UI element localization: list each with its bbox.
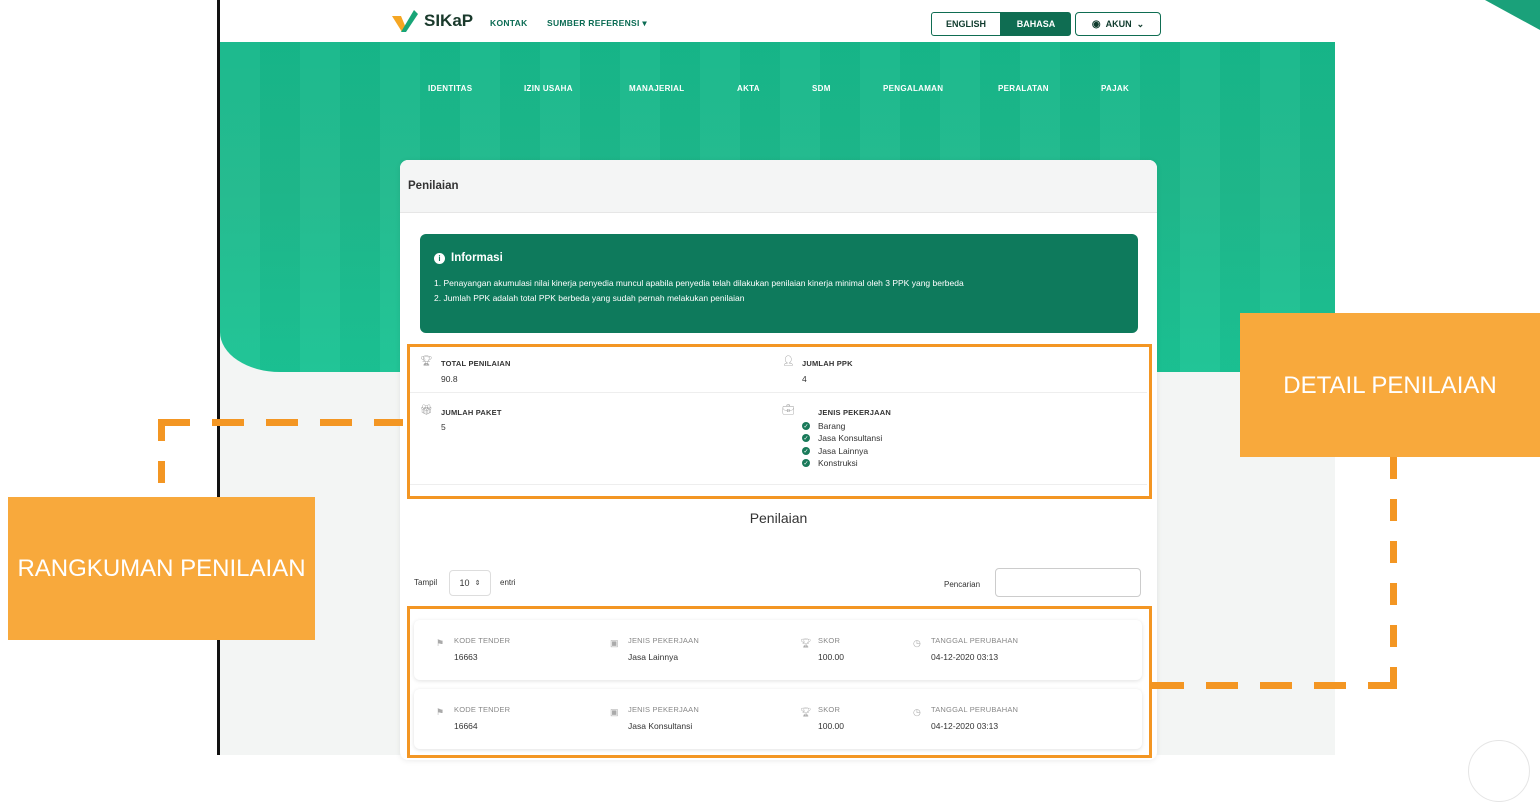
- info-title: i Informasi: [434, 252, 503, 264]
- sort-arrows-icon: ⇕: [474, 580, 481, 587]
- search-label: Pencarian: [944, 580, 981, 589]
- caret-down-icon: ▾: [642, 18, 647, 28]
- chevron-down-icon: ⌄: [1136, 18, 1145, 29]
- left-connector-horizontal: [158, 419, 403, 426]
- subnav-identitas[interactable]: IDENTITAS: [428, 84, 472, 93]
- language-switch: ENGLISH BAHASA: [931, 12, 1071, 36]
- summary-highlight-box: [407, 344, 1152, 499]
- corner-decoration: [1485, 0, 1540, 30]
- nav-kontak[interactable]: KONTAK: [490, 18, 528, 28]
- search-input[interactable]: [995, 568, 1141, 597]
- subnav-akta[interactable]: AKTA: [737, 84, 760, 93]
- nav-sumber-referensi[interactable]: SUMBER REFERENSI ▾: [547, 18, 647, 29]
- right-connector-vertical: [1390, 457, 1397, 689]
- right-connector-horizontal: [1152, 682, 1397, 689]
- info-title-text: Informasi: [451, 252, 503, 264]
- top-header: [220, 0, 1335, 42]
- detail-highlight-box: [407, 606, 1152, 758]
- entries-label: entri: [500, 578, 516, 587]
- rangkuman-penilaian-callout: RANGKUMAN PENILAIAN: [8, 497, 315, 640]
- nav-sumber-referensi-label: SUMBER REFERENSI: [547, 18, 640, 28]
- subnav-manajerial[interactable]: MANAJERIAL: [629, 84, 684, 93]
- subnav-peralatan[interactable]: PERALATAN: [998, 84, 1049, 93]
- chat-bubble-button[interactable]: [1468, 740, 1530, 802]
- info-line-1: 1. Penayangan akumulasi nilai kinerja pe…: [434, 278, 964, 288]
- show-label: Tampil: [414, 578, 438, 587]
- subnav-sdm[interactable]: SDM: [812, 84, 831, 93]
- subnav-pajak[interactable]: PAJAK: [1101, 84, 1129, 93]
- logo-icon: [392, 10, 418, 32]
- info-alert: i Informasi 1. Penayangan akumulasi nila…: [420, 234, 1138, 333]
- subnav-pengalaman[interactable]: PENGALAMAN: [883, 84, 943, 93]
- info-line-2: 2. Jumlah PPK adalah total PPK berbeda y…: [434, 293, 745, 303]
- account-dropdown[interactable]: ◉ AKUN ⌄: [1075, 12, 1161, 36]
- section-title: Penilaian: [749, 510, 808, 526]
- lang-bahasa-button[interactable]: BAHASA: [1001, 12, 1071, 36]
- info-icon: i: [434, 252, 445, 264]
- logo-text: SIKaP: [424, 11, 474, 30]
- entries-select[interactable]: 10 ⇕: [449, 570, 491, 596]
- left-connector-vertical: [158, 419, 165, 499]
- logo[interactable]: SIKaP: [392, 10, 473, 32]
- entries-select-value: 10: [459, 578, 470, 588]
- subnav-izin-usaha[interactable]: IZIN USAHA: [524, 84, 573, 93]
- user-circle-icon: ◉: [1091, 18, 1101, 30]
- detail-penilaian-callout: DETAIL PENILAIAN: [1240, 313, 1540, 457]
- lang-english-button[interactable]: ENGLISH: [931, 12, 1001, 36]
- card-title: Penilaian: [400, 160, 1157, 213]
- account-label: AKUN: [1105, 19, 1132, 29]
